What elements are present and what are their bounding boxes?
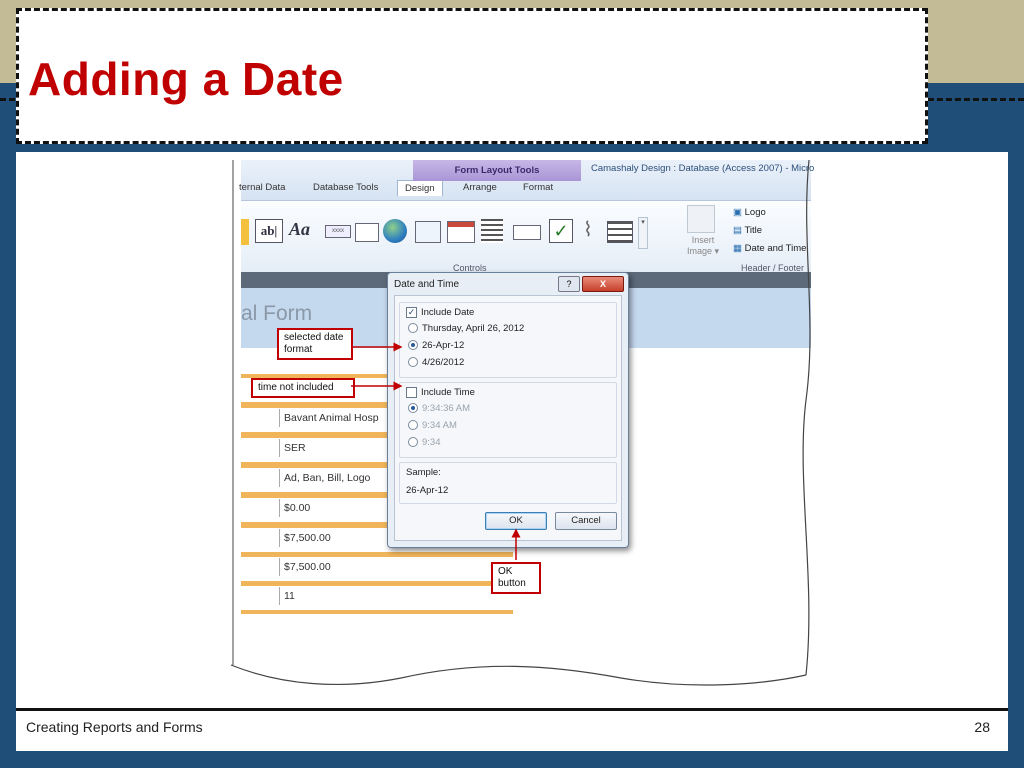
radio-icon [408,323,418,334]
torn-edge-line [230,664,807,686]
radio-selected-icon [408,340,418,351]
tab-arrange[interactable]: Arrange [463,182,497,193]
radio-icon [408,357,418,368]
form-title: al Form [241,302,313,325]
date-time-icon: ▦ [733,243,742,254]
cancel-button[interactable]: Cancel [555,512,617,530]
radio-selected-icon [408,403,418,414]
tab-format[interactable]: Format [523,182,553,193]
date-group: ✓ Include Date Thursday, April 26, 2012 2… [399,302,617,378]
torn-edge [221,665,821,700]
tab-database-tools[interactable]: Database Tools [313,182,378,193]
window-title: Camashaly Design : Database (Access 2007… [591,163,815,174]
form-field-row[interactable]: $7,500.00 [241,553,513,585]
time-format-option: 9:34:36 AM [408,403,470,414]
dialog-body: ✓ Include Date Thursday, April 26, 2012 2… [394,295,622,541]
title-item[interactable]: ▤ Title [733,225,762,236]
include-date-checkbox[interactable]: ✓ Include Date [406,307,474,318]
navigation-control-icon[interactable] [447,221,475,243]
slide-title: Adding a Date [28,53,344,105]
checkbox-checked-icon: ✓ [406,307,417,318]
ok-button[interactable]: OK [485,512,547,530]
radio-icon [408,420,418,431]
time-group: Include Time 9:34:36 AM 9:34 AM 9:34 [399,382,617,458]
time-format-option: 9:34 AM [408,420,457,431]
insert-image-label[interactable]: Insert Image ▾ [687,235,719,257]
radio-icon [408,437,418,448]
logo-item[interactable]: ▣ Logo [733,207,766,218]
controls-more-icon[interactable]: ▾ [638,217,648,249]
help-button[interactable]: ? [558,276,580,292]
access-screenshot: ternal Data Database Tools Design Arrang… [221,160,821,700]
date-format-option[interactable]: 26-Apr-12 [408,340,464,351]
sample-label: Sample: [406,467,441,478]
option-group-icon[interactable] [481,219,503,243]
list-box-icon[interactable] [607,221,633,243]
combo-box-icon[interactable] [513,225,541,240]
date-format-option[interactable]: Thursday, April 26, 2012 [408,323,524,334]
include-time-checkbox[interactable]: Include Time [406,387,475,398]
sample-group: Sample: 26-Apr-12 [399,462,617,504]
insert-image-icon [687,205,715,233]
label-control-icon[interactable]: Aa [289,219,310,240]
footer: Creating Reports and Forms 28 [16,711,1008,751]
close-button[interactable]: X [582,276,624,292]
selected-control-icon[interactable] [241,219,249,245]
form-layout-tools-label: Form Layout Tools [413,160,581,181]
tab-design[interactable]: Design [397,180,443,196]
form-field-value[interactable]: $7,500.00 [279,558,513,576]
callout-selected-date-format: selected date format [277,328,353,360]
sample-value: 26-Apr-12 [406,485,449,496]
ribbon-body: ab| Aa xxxx ✓ ⌇ ▾ Insert Image ▾ ▣ Logo ▤… [241,200,811,273]
tab-external-data[interactable]: ternal Data [239,182,285,193]
tab-control-icon[interactable] [355,223,379,242]
button-control-icon[interactable]: xxxx [325,225,351,238]
attachment-paperclip-icon[interactable]: ⌇ [583,217,593,242]
form-field-value[interactable]: 11 [279,587,513,605]
time-format-option: 9:34 [408,437,441,448]
hyperlink-globe-icon[interactable] [383,219,407,243]
footer-title: Creating Reports and Forms [26,719,203,735]
ribbon-tabs-bar: ternal Data Database Tools Design Arrang… [239,160,815,200]
form-field-row[interactable]: 11 [241,582,513,614]
date-and-time-item[interactable]: ▦ Date and Time [733,243,806,254]
slide-content: ternal Data Database Tools Design Arrang… [16,152,1008,708]
callout-ok-button: OK button [491,562,541,594]
logo-icon: ▣ [733,207,742,218]
web-browser-control-icon[interactable] [415,221,441,243]
checkbox-control-icon[interactable]: ✓ [549,219,573,243]
page-number: 28 [974,719,990,735]
callout-time-not-included: time not included [251,378,355,398]
title-icon: ▤ [733,225,742,236]
textbox-control-icon[interactable]: ab| [255,219,283,243]
date-format-option[interactable]: 4/26/2012 [408,357,464,368]
dialog-title: Date and Time [394,279,460,290]
date-and-time-dialog: Date and Time ? X ✓ Include Date Thursday… [387,272,629,548]
checkbox-unchecked-icon [406,387,417,398]
